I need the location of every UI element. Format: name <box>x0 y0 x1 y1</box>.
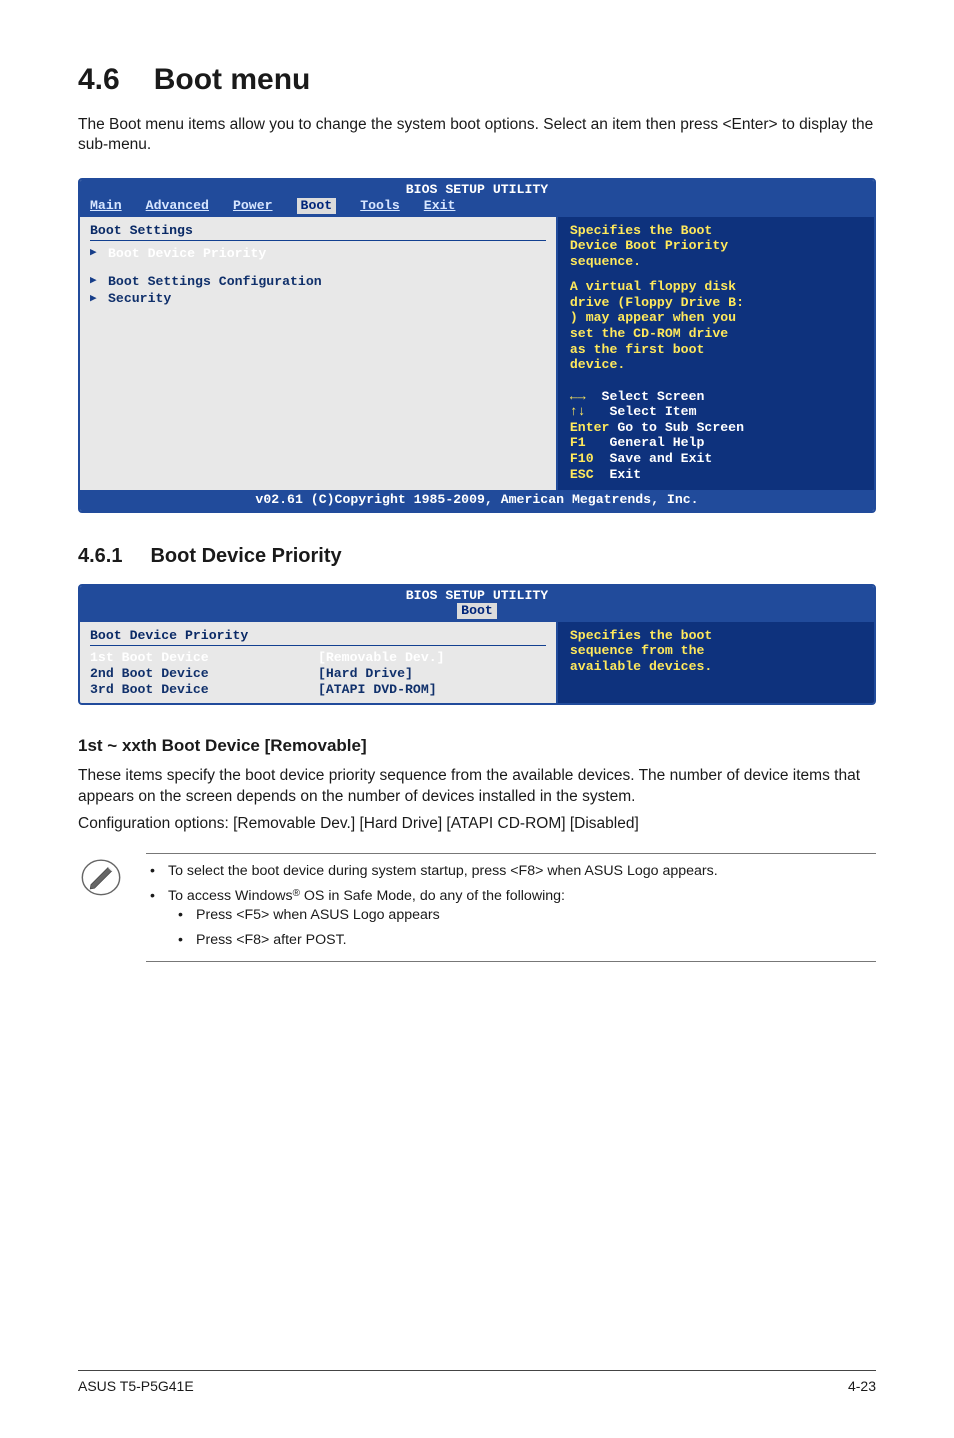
bios-help-line: Specifies the Boot <box>570 223 864 239</box>
bios-tab-power: Power <box>233 198 273 214</box>
option-paragraph-1: These items specify the boot device prio… <box>78 766 876 808</box>
arrows-lr-icon: ←→ <box>570 389 586 404</box>
bios-header: BIOS SETUP UTILITY <box>80 586 874 604</box>
bios-help-line: Specifies the boot <box>570 628 864 644</box>
bios-nav-line: F10 Save and Exit <box>570 451 864 467</box>
bios-screenshot-main: BIOS SETUP UTILITY Main Advanced Power B… <box>78 178 876 512</box>
bios-row-3rd: 3rd Boot Device [ATAPI DVD-ROM] <box>90 682 546 698</box>
triangle-icon: ▶ <box>90 275 100 288</box>
bios-item-boot-device-priority: ▶ Boot Device Priority <box>90 245 546 263</box>
bios-left-pane: Boot Settings ▶ Boot Device Priority ▶ B… <box>80 217 558 491</box>
bios-tab-boot: Boot <box>457 603 497 619</box>
bios-row-value: [Hard Drive] <box>318 666 546 682</box>
bios-help-line: sequence. <box>570 254 864 270</box>
option-paragraph-2: Configuration options: [Removable Dev.] … <box>78 814 876 835</box>
intro-paragraph: The Boot menu items allow you to change … <box>78 115 876 157</box>
footer-right: 4-23 <box>848 1377 876 1396</box>
bios-tab-bar: Boot <box>80 603 874 622</box>
note-block: To select the boot device during system … <box>78 853 876 962</box>
bios-item-label: Boot Device Priority <box>108 246 546 262</box>
bios-help-line: device. <box>570 357 864 373</box>
subsection-number: 4.6.1 <box>78 543 122 570</box>
section-heading: 4.6 Boot menu <box>78 60 876 101</box>
bios-right-pane: Specifies the boot sequence from the ava… <box>558 622 874 703</box>
section-title-text: Boot menu <box>154 63 311 96</box>
arrows-ud-icon: ↑↓ <box>570 404 586 419</box>
bios-row-label: 1st Boot Device <box>90 650 318 666</box>
bios-row-1st: 1st Boot Device [Removable Dev.] <box>90 650 546 666</box>
bios-screenshot-priority: BIOS SETUP UTILITY Boot Boot Device Prio… <box>78 584 876 705</box>
pencil-note-icon <box>78 853 124 906</box>
option-heading: 1st ~ xxth Boot Device [Removable] <box>78 735 876 758</box>
subsection-title-text: Boot Device Priority <box>150 545 341 567</box>
page-footer: ASUS T5-P5G41E 4-23 <box>78 1370 876 1396</box>
bios-item-label: Security <box>108 291 546 307</box>
bios-nav-line: ←→ Select Screen <box>570 389 864 405</box>
bios-nav-line: F1 General Help <box>570 435 864 451</box>
bios-tab-exit: Exit <box>424 198 456 214</box>
bios-help-line: drive (Floppy Drive B: <box>570 295 864 311</box>
bios-row-2nd: 2nd Boot Device [Hard Drive] <box>90 666 546 682</box>
bios-item-boot-settings-config: ▶ Boot Settings Configuration <box>90 273 546 291</box>
registered-icon: ® <box>293 888 300 899</box>
bios-tab-boot: Boot <box>297 198 337 214</box>
bios-tab-main: Main <box>90 198 122 214</box>
bios-row-value: [Removable Dev.] <box>318 650 546 666</box>
note-content: To select the boot device during system … <box>146 853 876 962</box>
bios-right-pane: Specifies the Boot Device Boot Priority … <box>558 217 874 491</box>
bios-tab-tools: Tools <box>360 198 400 214</box>
bios-item-security: ▶ Security <box>90 290 546 308</box>
bios-left-pane: Boot Device Priority 1st Boot Device [Re… <box>80 622 558 703</box>
bios-help-line: available devices. <box>570 659 864 675</box>
note-bullet-1: To select the boot device during system … <box>146 862 876 881</box>
bios-tab-advanced: Advanced <box>146 198 209 214</box>
footer-left: ASUS T5-P5G41E <box>78 1377 194 1396</box>
section-number: 4.6 <box>78 60 120 101</box>
bios-group-title: Boot Device Priority <box>90 628 546 644</box>
bios-help-line: sequence from the <box>570 643 864 659</box>
bios-nav-line: ↑↓ Select Item <box>570 404 864 420</box>
bios-nav-line: Enter Go to Sub Screen <box>570 420 864 436</box>
bios-group-title: Boot Settings <box>90 223 546 239</box>
bios-footer: v02.61 (C)Copyright 1985-2009, American … <box>80 490 874 511</box>
triangle-icon: ▶ <box>90 293 100 306</box>
bios-help-line: set the CD-ROM drive <box>570 326 864 342</box>
note-sub-bullet-2: Press <F8> after POST. <box>168 931 876 950</box>
bios-tab-bar: Main Advanced Power Boot Tools Exit <box>80 198 874 217</box>
note-sub-bullet-1: Press <F5> when ASUS Logo appears <box>168 906 876 925</box>
bios-help-line: Device Boot Priority <box>570 238 864 254</box>
bios-nav-line: ESC Exit <box>570 467 864 483</box>
bios-row-label: 2nd Boot Device <box>90 666 318 682</box>
bios-row-value: [ATAPI DVD-ROM] <box>318 682 546 698</box>
subsection-heading: 4.6.1 Boot Device Priority <box>78 543 876 570</box>
note-bullet-2: To access Windows® OS in Safe Mode, do a… <box>146 887 876 951</box>
bios-row-label: 3rd Boot Device <box>90 682 318 698</box>
bios-help-line: ) may appear when you <box>570 310 864 326</box>
triangle-icon: ▶ <box>90 247 100 260</box>
bios-header: BIOS SETUP UTILITY <box>80 180 874 198</box>
bios-help-line: A virtual floppy disk <box>570 279 864 295</box>
bios-item-label: Boot Settings Configuration <box>108 274 546 290</box>
bios-help-line: as the first boot <box>570 342 864 358</box>
